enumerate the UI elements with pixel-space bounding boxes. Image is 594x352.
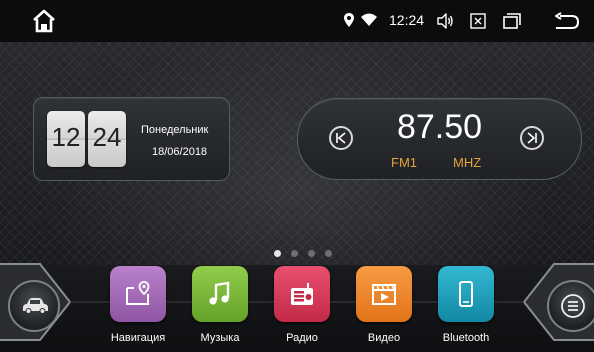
menu-icon — [561, 294, 585, 318]
app-tile-radio[interactable] — [274, 266, 330, 322]
radio-band: FM1 — [391, 155, 417, 170]
back-icon[interactable] — [552, 12, 580, 32]
app-label-bluetooth: Bluetooth — [442, 332, 490, 344]
app-tile-bluetooth[interactable] — [438, 266, 494, 322]
radio-icon — [291, 283, 313, 305]
app-bluetooth[interactable] — [438, 266, 494, 322]
status-time: 12:24 — [389, 12, 425, 28]
app-video[interactable] — [356, 266, 412, 322]
app-label-video: Видео — [367, 332, 401, 344]
app-label-navigation: Навигация — [110, 332, 166, 344]
skip-next-icon — [527, 132, 537, 144]
phone-icon — [459, 281, 473, 307]
app-radio[interactable] — [274, 266, 330, 322]
volume-icon[interactable] — [436, 11, 454, 31]
app-music[interactable] — [192, 266, 248, 322]
clock-minute-card: 24 — [88, 111, 126, 167]
app-navigation[interactable] — [110, 266, 166, 322]
music-note-icon — [209, 281, 230, 305]
clock-minute: 24 — [92, 122, 122, 152]
clock-hour: 12 — [51, 122, 81, 152]
car-button[interactable] — [8, 280, 60, 332]
clock-hour-card: 12 — [47, 111, 85, 167]
radio-widget[interactable]: 87.50 FM1 MHZ — [297, 98, 582, 180]
clock-widget[interactable]: 12 · 24 Понедельник 18/06/2018 — [33, 97, 230, 181]
recent-apps-icon[interactable] — [502, 11, 522, 31]
clock-weekday: Понедельник — [141, 124, 209, 136]
app-tile-navigation[interactable] — [110, 266, 166, 322]
video-icon — [372, 284, 396, 305]
status-bar: 12:24 — [0, 0, 594, 42]
app-tile-video[interactable] — [356, 266, 412, 322]
location-pin-icon — [344, 13, 354, 27]
app-label-radio: Радио — [286, 332, 318, 344]
map-icon — [126, 281, 150, 305]
car-icon — [23, 298, 48, 314]
clock-date: 18/06/2018 — [152, 146, 208, 158]
close-box-icon[interactable] — [469, 11, 487, 31]
home-screen: 12:24 12 · 24 Понедельник 18/06/2018 87.… — [0, 0, 594, 352]
menu-button[interactable] — [547, 280, 594, 332]
radio-next-button[interactable] — [520, 126, 544, 150]
app-label-music: Музыка — [200, 332, 240, 344]
radio-unit: MHZ — [453, 155, 482, 170]
home-icon[interactable] — [30, 8, 58, 34]
wifi-icon — [361, 13, 377, 26]
app-tile-music[interactable] — [192, 266, 248, 322]
